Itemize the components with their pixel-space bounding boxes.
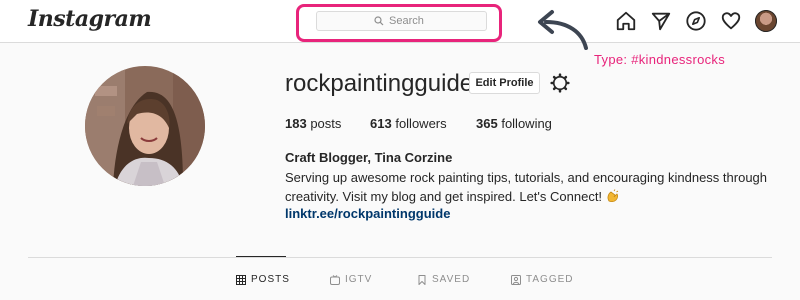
search-highlight-annotation [296,4,502,42]
activity-icon[interactable] [720,10,742,32]
following-count: 365 [476,116,498,131]
bookmark-icon [418,274,426,285]
stat-followers[interactable]: 613 followers [370,116,447,131]
grid-icon [236,274,246,285]
tab-posts[interactable]: POSTS [236,274,290,285]
following-label: following [501,116,552,131]
clapping-hands-icon [607,189,618,203]
bio-name: Craft Blogger, Tina Corzine [285,150,453,165]
explore-icon[interactable] [685,10,707,32]
tab-igtv-label: IGTV [345,274,373,285]
profile-username: rockpaintingguide [285,70,474,97]
followers-count: 613 [370,116,392,131]
tab-tagged[interactable]: TAGGED [511,274,573,285]
direct-icon[interactable] [650,10,672,32]
tab-posts-label: POSTS [251,274,290,285]
home-icon[interactable] [615,10,637,32]
bio-text-block: Serving up awesome rock painting tips, t… [285,168,775,206]
bio-link[interactable]: linktr.ee/rockpaintingguide [285,206,450,221]
tab-tagged-label: TAGGED [526,274,574,285]
active-tab-indicator [236,256,286,257]
tab-saved-label: SAVED [432,274,471,285]
profile-tabs-divider [28,257,772,258]
followers-label: followers [395,116,447,131]
tagged-icon [511,274,521,285]
igtv-icon [330,274,340,285]
edit-profile-button[interactable]: Edit Profile [469,72,540,94]
annotation-arrow-icon [538,10,588,50]
stat-following[interactable]: 365 following [476,116,552,131]
stat-posts: 183 posts [285,116,341,131]
profile-picture[interactable] [85,66,205,186]
posts-count: 183 [285,116,307,131]
profile-photo-image [85,66,205,186]
profile-avatar[interactable] [755,10,777,32]
annotation-text: Type: #kindnessrocks [594,52,726,67]
tab-igtv[interactable]: IGTV [330,274,372,285]
posts-label: posts [310,116,342,131]
bio-text: Serving up awesome rock painting tips, t… [285,170,768,204]
settings-gear-icon[interactable] [550,73,570,93]
tab-saved[interactable]: SAVED [417,274,470,285]
instagram-logo[interactable]: Instagram [28,6,152,32]
